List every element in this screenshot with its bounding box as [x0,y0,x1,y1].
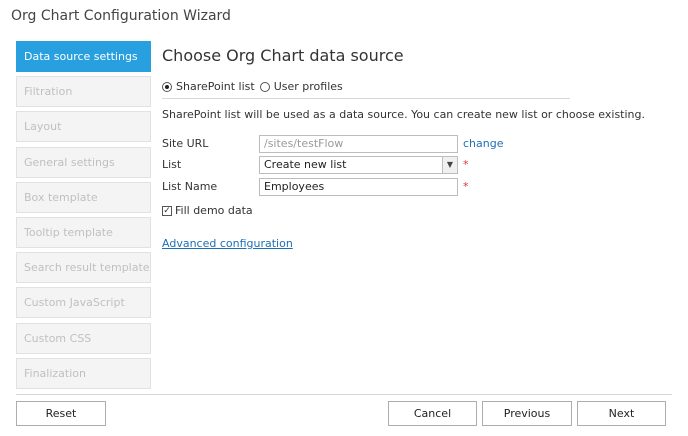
data-source-radio-group: SharePoint list User profiles [162,80,343,93]
wizard-title: Org Chart Configuration Wizard [11,8,231,24]
previous-button[interactable]: Previous [482,401,572,426]
fill-demo-label[interactable]: Fill demo data [175,204,253,217]
divider [162,98,570,99]
list-select[interactable]: Create new list ▼ [259,156,458,174]
user-profiles-label[interactable]: User profiles [274,80,343,93]
list-name-input[interactable]: Employees [259,178,458,196]
page-title: Choose Org Chart data source [162,46,404,65]
sharepoint-list-radio[interactable] [162,81,172,92]
user-profiles-radio[interactable] [259,81,270,92]
step-general-settings[interactable]: General settings [16,146,151,178]
step-layout[interactable]: Layout [16,111,151,143]
step-box-template[interactable]: Box template [16,181,151,213]
main-panel: Choose Org Chart data source SharePoint … [162,46,672,250]
fill-demo-checkbox[interactable]: ✓ [162,205,172,216]
site-url-field: /sites/testFlow [259,135,458,153]
chevron-down-icon[interactable]: ▼ [442,157,457,173]
sharepoint-list-label[interactable]: SharePoint list [176,80,255,93]
step-filtration[interactable]: Filtration [16,76,151,108]
step-tooltip-template[interactable]: Tooltip template [16,216,151,248]
step-custom-css[interactable]: Custom CSS [16,322,151,354]
data-source-description: SharePoint list will be used as a data s… [162,108,645,121]
list-name-required-mark: * [463,180,469,193]
fill-demo-row: ✓ Fill demo data [162,204,253,217]
list-name-label: List Name [162,180,218,193]
next-button[interactable]: Next [577,401,666,426]
step-custom-javascript[interactable]: Custom JavaScript [16,287,151,319]
advanced-configuration-link[interactable]: Advanced configuration [162,237,293,250]
list-select-value: Create new list [264,158,347,171]
reset-button[interactable]: Reset [16,401,106,426]
site-url-label: Site URL [162,137,209,150]
footer-divider [16,394,672,395]
step-data-source-settings[interactable]: Data source settings [16,41,151,72]
list-required-mark: * [463,158,469,171]
step-search-result-template[interactable]: Search result template [16,252,151,284]
cancel-button[interactable]: Cancel [388,401,477,426]
step-finalization[interactable]: Finalization [16,357,151,389]
change-site-url-link[interactable]: change [463,137,503,150]
list-label: List [162,158,182,171]
wizard-steps-sidebar: Data source settings Filtration Layout G… [16,41,151,393]
